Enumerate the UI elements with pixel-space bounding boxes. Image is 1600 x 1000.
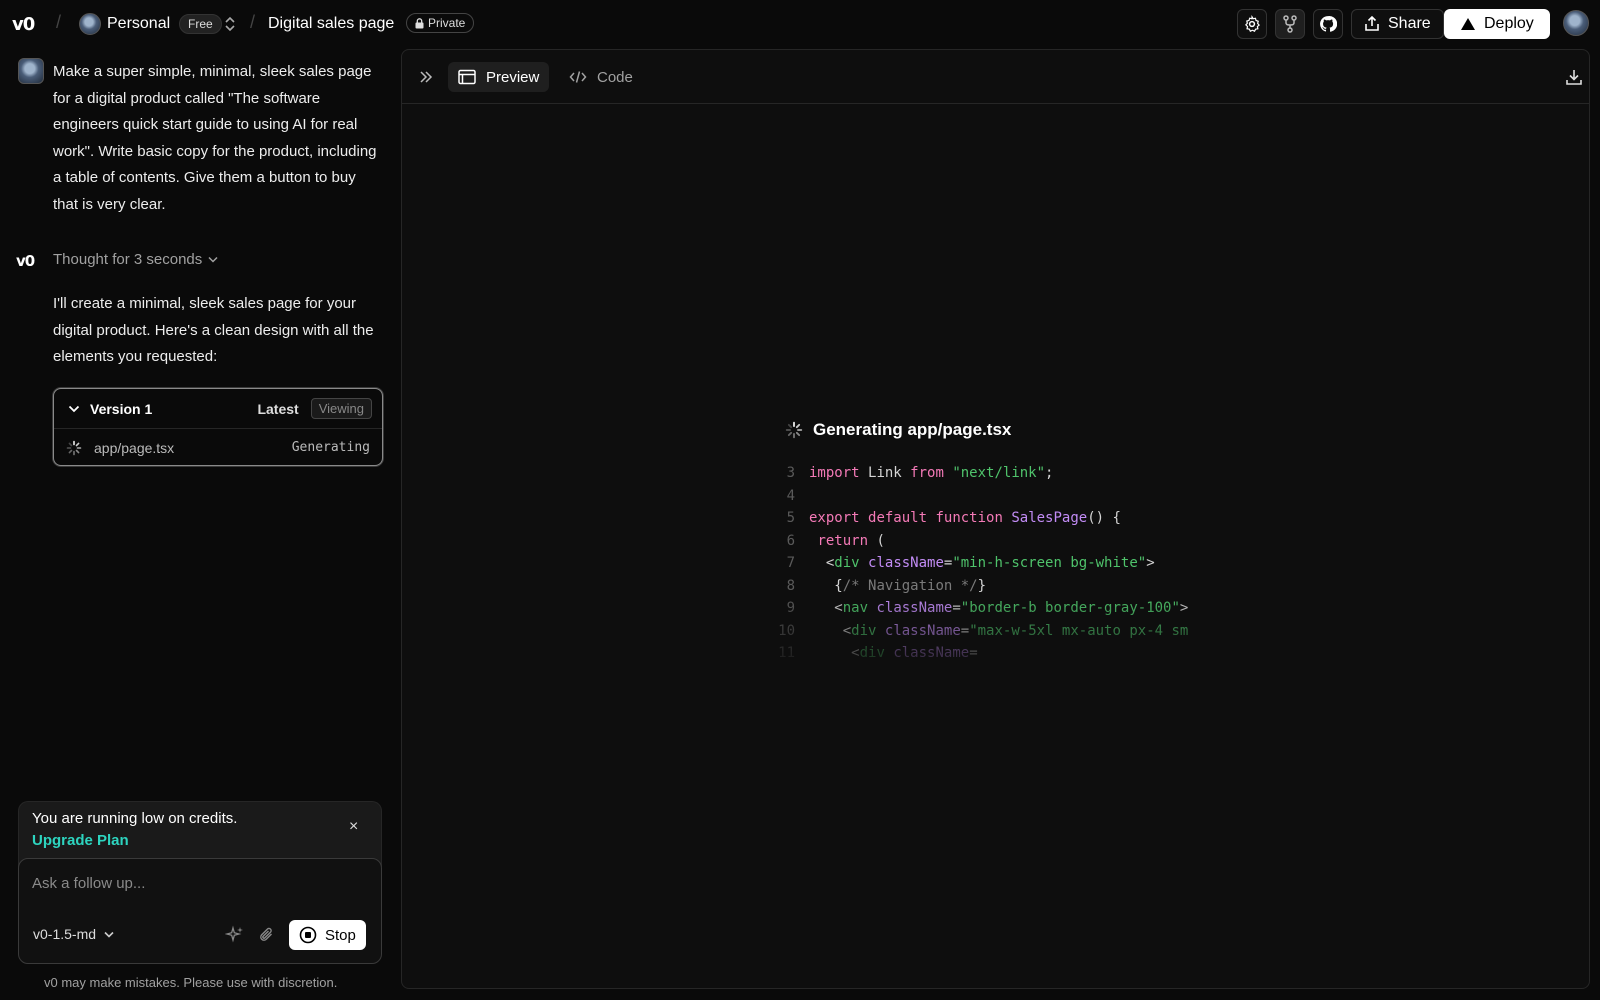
version-card[interactable]: Version 1 Latest Viewing app/page.tsx Ge… (53, 388, 383, 466)
tab-code[interactable]: Code (559, 62, 643, 92)
code-line: 7 <div className="min-h-screen bg-white"… (767, 552, 1217, 575)
visibility-label: Private (428, 16, 466, 30)
workspace-name[interactable]: Personal (107, 15, 170, 33)
disclaimer: v0 may make mistakes. Please use with di… (44, 975, 338, 990)
chevron-down-icon (68, 405, 80, 412)
chevron-down-icon (104, 931, 114, 938)
tab-preview-label: Preview (486, 68, 540, 86)
assistant-message: I'll create a minimal, sleek sales page … (53, 295, 374, 365)
code-line: 3 import Link from "next/link"; (767, 462, 1217, 485)
lock-icon (415, 17, 424, 28)
line-number: 11 (778, 645, 795, 661)
share-button[interactable]: Share (1351, 9, 1444, 39)
vercel-triangle-icon (1461, 18, 1475, 30)
top-bar: v0 / Personal Free / Digital sales page … (0, 0, 1600, 48)
user-message: Make a super simple, minimal, sleek sale… (53, 63, 377, 213)
generating-title: Generating app/page.tsx (813, 420, 1012, 439)
paperclip-icon[interactable] (257, 925, 277, 950)
code-stream: 3 import Link from "next/link"; 4 5 export d… (767, 462, 1217, 665)
breadcrumb-separator: / (56, 12, 62, 32)
line-number: 9 (786, 600, 795, 616)
line-number: 3 (786, 465, 795, 481)
panel-toolbar: Preview Code (402, 50, 1589, 104)
model-name: v0-1.5-md (33, 926, 97, 942)
code-icon (569, 71, 587, 83)
settings-button[interactable] (1237, 9, 1267, 39)
stop-button[interactable]: Stop (289, 920, 366, 950)
plan-badge: Free (179, 14, 222, 34)
close-icon[interactable]: × (349, 818, 358, 836)
line-text: {/* Navigation */} (834, 577, 987, 594)
generating-header: Generating app/page.tsx (785, 420, 1011, 440)
file-status: Generating (291, 440, 370, 455)
follow-up-input[interactable]: Ask a follow up... (32, 875, 145, 892)
github-button[interactable] (1313, 9, 1343, 39)
share-label: Share (1388, 15, 1431, 32)
user-avatar[interactable] (1563, 10, 1589, 36)
credits-message: You are running low on credits. (32, 810, 238, 827)
workspace-avatar[interactable] (79, 13, 101, 35)
download-icon[interactable] (1565, 68, 1583, 91)
code-line: 6 return ( (767, 530, 1217, 553)
upgrade-plan-link[interactable]: Upgrade Plan (32, 832, 129, 849)
line-number: 8 (786, 577, 795, 594)
preview-panel: Preview Code Generating app/page.tsx 3im… (401, 49, 1590, 989)
assistant-logo: v0 (16, 252, 35, 270)
viewing-badge: Viewing (310, 398, 372, 419)
collapse-sidebar-icon[interactable] (418, 69, 434, 90)
v0-logo[interactable]: v0 (12, 14, 35, 35)
version-title: Version 1 (90, 400, 153, 417)
line-text: <div className="min-h-screen bg-white"> (825, 555, 1155, 571)
line-text: <nav className="border-b border-gray-100… (834, 600, 1189, 616)
model-selector[interactable]: v0-1.5-md (33, 926, 114, 942)
tab-code-label: Code (597, 68, 633, 86)
tab-preview[interactable]: Preview (448, 62, 550, 92)
code-line: 9 <nav className="border-b border-gray-1… (767, 597, 1217, 620)
line-number: 6 (786, 532, 795, 549)
thought-label: Thought for 3 seconds (53, 251, 203, 268)
line-number: 5 (786, 510, 795, 526)
latest-label: Latest (257, 400, 299, 417)
line-text: export default function SalesPage() { (809, 510, 1121, 526)
chevron-down-icon (208, 256, 218, 263)
code-line: 11 <div className= (767, 642, 1217, 665)
git-fork-icon (1283, 15, 1297, 33)
stop-label: Stop (325, 926, 356, 944)
file-row[interactable]: app/page.tsx Generating (54, 429, 382, 466)
code-line: 4 (767, 485, 1217, 508)
version-header[interactable]: Version 1 Latest Viewing (54, 389, 382, 429)
browser-window-icon (458, 69, 476, 85)
user-message-avatar (18, 58, 44, 84)
line-number: 7 (786, 555, 795, 571)
share-icon (1365, 16, 1379, 31)
composer: Ask a follow up... v0-1.5-md Stop (18, 858, 382, 964)
code-line: 8 {/* Navigation */} (767, 575, 1217, 598)
line-number: 4 (786, 487, 795, 504)
gear-icon (1245, 15, 1260, 32)
line-text: <div className="max-w-5xl mx-auto px-4 s… (842, 622, 1189, 639)
thought-toggle[interactable]: Thought for 3 seconds (53, 251, 218, 268)
fork-button[interactable] (1275, 9, 1305, 39)
line-text: return ( (817, 532, 885, 549)
deploy-button[interactable]: Deploy (1444, 9, 1550, 39)
loading-spinner-icon (66, 440, 82, 455)
stop-icon (299, 926, 317, 944)
visibility-badge[interactable]: Private (406, 13, 475, 33)
loading-spinner-icon (785, 421, 803, 439)
project-name[interactable]: Digital sales page (268, 15, 394, 33)
breadcrumb-separator: / (250, 12, 256, 32)
code-line: 10 <div className="max-w-5xl mx-auto px-… (767, 620, 1217, 643)
line-number: 10 (778, 622, 795, 639)
file-name: app/page.tsx (94, 439, 175, 456)
deploy-label: Deploy (1484, 15, 1534, 32)
workspace-switcher-icon[interactable] (224, 15, 236, 38)
line-text: import Link from "next/link"; (809, 465, 1054, 481)
github-icon (1320, 16, 1337, 32)
code-line: 5 export default function SalesPage() { (767, 507, 1217, 530)
sparkles-icon[interactable] (224, 925, 245, 950)
line-text: <div className= (851, 645, 978, 661)
